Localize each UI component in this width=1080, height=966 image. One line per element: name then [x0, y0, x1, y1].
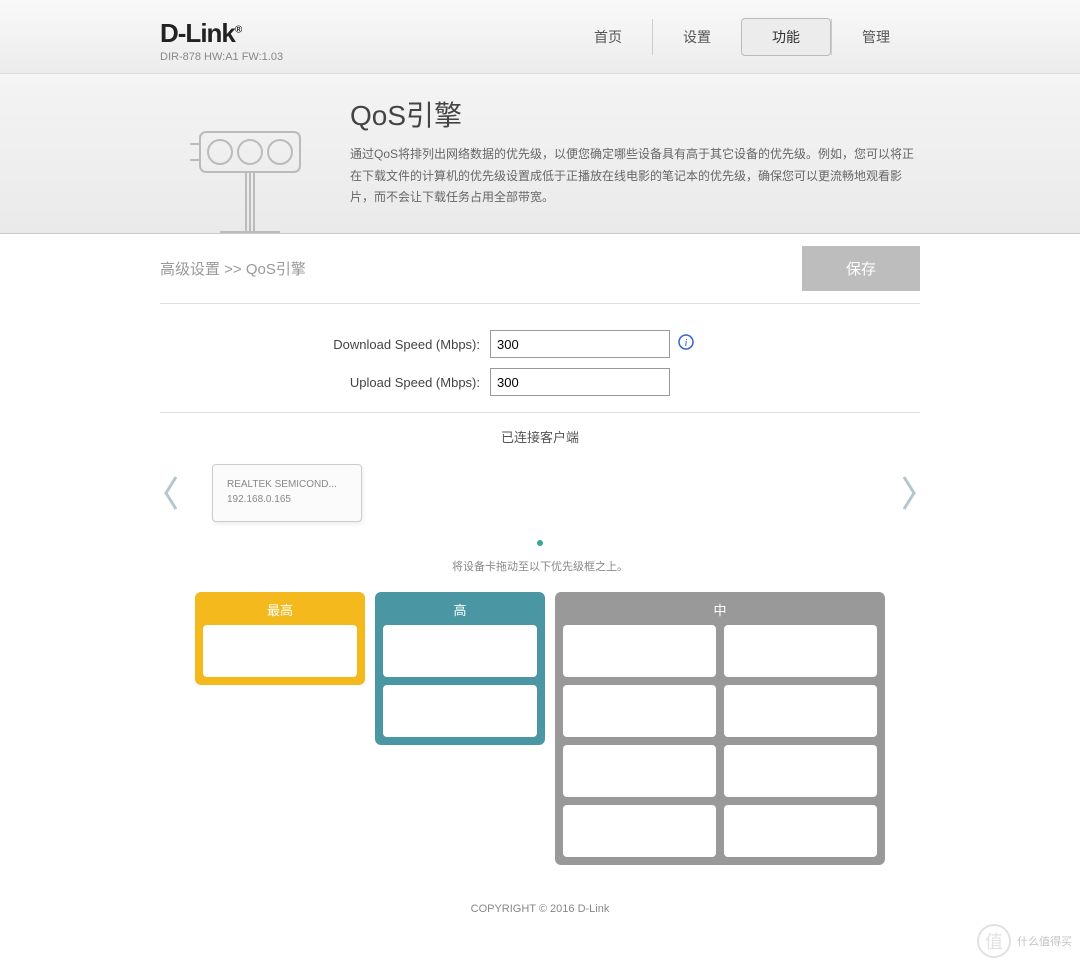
breadcrumb-bar: 高级设置 >> QoS引擎 保存	[160, 234, 920, 304]
page-description: 通过QoS将排列出网络数据的优先级，以便您确定哪些设备具有高于其它设备的优先级。…	[350, 144, 920, 209]
nav-settings[interactable]: 设置	[652, 19, 741, 55]
breadcrumb: 高级设置 >> QoS引擎	[160, 258, 306, 279]
watermark-icon: 值	[977, 924, 1011, 958]
save-button[interactable]: 保存	[802, 246, 920, 291]
client-name: REALTEK SEMICOND...	[227, 479, 351, 490]
traffic-light-icon	[160, 94, 340, 234]
download-speed-label: Download Speed (Mbps):	[160, 337, 490, 352]
client-ip: 192.168.0.165	[227, 494, 351, 505]
priority-highest-box[interactable]: 最高	[195, 592, 365, 685]
watermark: 值 什么值得买	[977, 924, 1072, 958]
priority-slot[interactable]	[724, 745, 877, 797]
nav-manage[interactable]: 管理	[831, 19, 920, 55]
drag-hint: 将设备卡拖动至以下优先级框之上。	[0, 558, 1080, 574]
priority-highest-label: 最高	[203, 600, 357, 619]
chevron-left-icon[interactable]	[160, 473, 182, 513]
priority-slot[interactable]	[563, 805, 716, 857]
priority-medium-label: 中	[563, 600, 877, 619]
priority-slot[interactable]	[563, 625, 716, 677]
connected-clients-title: 已连接客户端	[0, 427, 1080, 446]
client-carousel: REALTEK SEMICOND... 192.168.0.165	[160, 464, 920, 522]
nav-features[interactable]: 功能	[741, 18, 831, 56]
watermark-text: 什么值得买	[1017, 933, 1072, 949]
upload-speed-label: Upload Speed (Mbps):	[160, 375, 490, 390]
priority-high-label: 高	[383, 600, 537, 619]
priority-slot[interactable]	[563, 685, 716, 737]
priority-slot[interactable]	[383, 685, 537, 737]
brand-logo: D-Link®	[160, 18, 283, 49]
client-card[interactable]: REALTEK SEMICOND... 192.168.0.165	[212, 464, 362, 522]
priority-slot[interactable]	[383, 625, 537, 677]
priority-grid: 最高 高 中	[195, 592, 885, 865]
priority-medium-box[interactable]: 中	[555, 592, 885, 865]
model-text: DIR-878 HW:A1 FW:1.03	[160, 51, 283, 63]
priority-slot[interactable]	[203, 625, 357, 677]
chevron-right-icon[interactable]	[898, 473, 920, 513]
pagination-dot	[537, 540, 543, 546]
priority-slot[interactable]	[724, 625, 877, 677]
priority-slot[interactable]	[724, 685, 877, 737]
page-title: QoS引擎	[350, 94, 920, 134]
svg-text:i: i	[684, 337, 687, 349]
hero-section: QoS引擎 通过QoS将排列出网络数据的优先级，以便您确定哪些设备具有高于其它设…	[0, 74, 1080, 234]
info-icon[interactable]: i	[678, 334, 694, 355]
divider	[160, 412, 920, 413]
speed-form: Download Speed (Mbps): i Upload Speed (M…	[160, 330, 920, 396]
priority-high-box[interactable]: 高	[375, 592, 545, 745]
footer-copyright: COPYRIGHT © 2016 D-Link	[0, 895, 1080, 929]
upload-speed-input[interactable]	[490, 368, 670, 396]
nav-home[interactable]: 首页	[564, 19, 652, 55]
priority-slot[interactable]	[563, 745, 716, 797]
logo-block: D-Link® DIR-878 HW:A1 FW:1.03	[160, 18, 283, 63]
main-nav: 首页 设置 功能 管理	[564, 18, 920, 56]
priority-slot[interactable]	[724, 805, 877, 857]
header-bar: D-Link® DIR-878 HW:A1 FW:1.03 首页 设置 功能 管…	[0, 0, 1080, 74]
download-speed-input[interactable]	[490, 330, 670, 358]
